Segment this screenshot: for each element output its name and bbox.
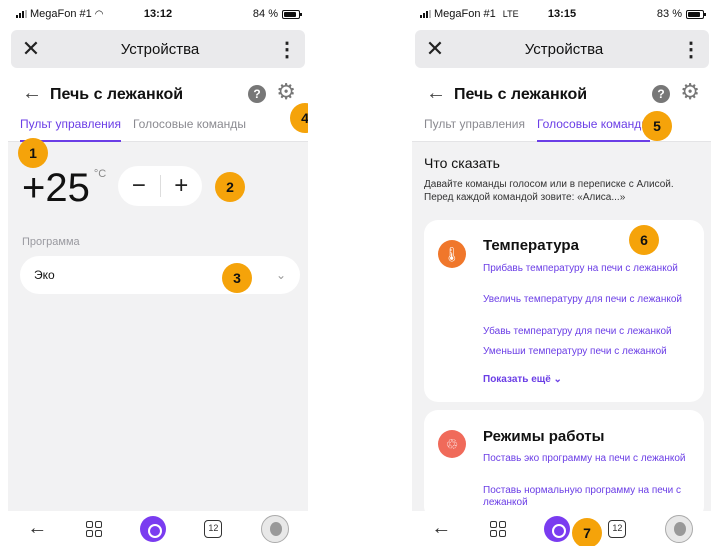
battery-icon	[686, 9, 706, 19]
battery-icon	[282, 9, 302, 19]
increase-temperature-button[interactable]: +	[161, 172, 203, 200]
callout-badge-2: 2	[215, 172, 245, 202]
callout-badge-1: 1	[18, 138, 48, 168]
gear-icon[interactable]: ⚙	[680, 80, 700, 104]
command-link[interactable]: Убавь температуру для печи с лежанкой	[483, 326, 698, 338]
status-bar: MegaFon #1 ◠ 13:12 84 %	[8, 0, 308, 26]
services-grid-icon[interactable]	[85, 520, 102, 537]
nav-back-icon[interactable]: ←	[431, 517, 451, 540]
app-bar-pill: ✕ Устройства ⋮	[11, 30, 305, 68]
command-link[interactable]: Прибавь температуру на печи с лежанкой	[483, 263, 698, 275]
device-title: Печь с лежанкой	[50, 86, 184, 103]
device-header: ← Печь с лежанкой ? ⚙ Пульт управления Г…	[8, 74, 308, 142]
command-link[interactable]: Поставь нормальную программу на печи с л…	[483, 485, 698, 509]
profile-avatar[interactable]	[664, 514, 693, 543]
battery-percent: 83 %	[656, 8, 682, 20]
battery-percent: 84 %	[252, 8, 278, 20]
program-label: Программа	[22, 236, 80, 248]
what-to-say-description: Давайте команды голосом или в переписке …	[424, 179, 674, 203]
callout-badge-5: 5	[642, 111, 672, 141]
app-bar-title: Устройства	[524, 40, 604, 58]
chevron-down-icon: ⌄	[275, 268, 286, 282]
back-arrow-icon[interactable]: ←	[426, 82, 446, 105]
temperature-value: +25	[22, 166, 90, 210]
bottom-nav: ← 12	[412, 511, 711, 546]
status-bar: MegaFon #1 LTE 13:15 83 %	[412, 0, 711, 26]
temperature-display: +25 °C	[22, 166, 106, 210]
command-link[interactable]: Увеличь температуру для печи с лежанкой	[483, 294, 698, 306]
thermometer-icon: 🌡	[438, 240, 466, 268]
help-icon[interactable]: ?	[248, 85, 266, 103]
profile-avatar[interactable]	[260, 514, 289, 543]
command-card-modes: ♲ Режимы работы Поставь эко программу на…	[424, 410, 704, 520]
what-to-say-title: Что сказать	[424, 155, 500, 171]
command-link[interactable]: Уменьши температуру печи с лежанкой	[483, 346, 698, 358]
temperature-unit: °C	[93, 168, 107, 180]
help-icon[interactable]: ?	[652, 85, 670, 103]
alice-icon[interactable]	[139, 515, 166, 542]
program-select[interactable]: Эко ⌄	[20, 256, 300, 294]
callout-badge-6: 6	[629, 225, 659, 255]
callout-badge-3: 3	[222, 263, 252, 293]
device-tabs: Пульт управления Голосовые команды	[20, 117, 308, 142]
app-bar: ✕ Устройства ⋮	[8, 26, 308, 74]
device-title: Печь с лежанкой	[454, 86, 588, 103]
services-grid-icon[interactable]	[489, 520, 506, 537]
alice-icon[interactable]	[543, 515, 570, 542]
app-bar: ✕ Устройства ⋮	[412, 26, 711, 74]
show-more-link[interactable]: Показать ещё ⌄	[483, 374, 562, 385]
recycle-icon: ♲	[438, 430, 466, 458]
tab-voice-commands[interactable]: Голосовые команды	[133, 117, 246, 142]
temperature-stepper: − +	[118, 166, 202, 206]
card-title: Температура	[483, 237, 579, 254]
battery-info: 84 %	[252, 8, 302, 20]
tabs-count-icon[interactable]: 12	[204, 519, 223, 538]
right-phone-screen: MegaFon #1 LTE 13:15 83 % ✕ Устройства ⋮…	[412, 0, 711, 546]
decrease-temperature-button[interactable]: −	[118, 172, 160, 200]
close-icon[interactable]: ✕	[11, 36, 51, 62]
tab-remote-control[interactable]: Пульт управления	[424, 117, 525, 142]
close-icon[interactable]: ✕	[415, 36, 455, 62]
bottom-nav: ← 12	[8, 511, 308, 546]
gear-icon[interactable]: ⚙	[276, 80, 296, 104]
more-menu-icon[interactable]: ⋮	[269, 37, 305, 62]
battery-info: 83 %	[656, 8, 706, 20]
more-menu-icon[interactable]: ⋮	[673, 37, 709, 62]
tabs-count-icon[interactable]: 12	[608, 519, 627, 538]
command-card-temperature: 🌡 Температура 6 Прибавь температуру на п…	[424, 220, 704, 402]
back-arrow-icon[interactable]: ←	[22, 82, 42, 105]
card-title: Режимы работы	[483, 428, 605, 445]
tab-voice-commands[interactable]: Голосовые команды	[536, 117, 650, 142]
nav-back-icon[interactable]: ←	[27, 517, 47, 540]
left-phone-screen: MegaFon #1 ◠ 13:12 84 % ✕ Устройства ⋮ ←…	[8, 0, 308, 546]
app-bar-title: Устройства	[120, 40, 200, 58]
callout-badge-7: 7	[572, 518, 602, 546]
command-link[interactable]: Поставь эко программу на печи с лежанкой	[483, 453, 698, 465]
app-bar-pill: ✕ Устройства ⋮	[415, 30, 709, 68]
